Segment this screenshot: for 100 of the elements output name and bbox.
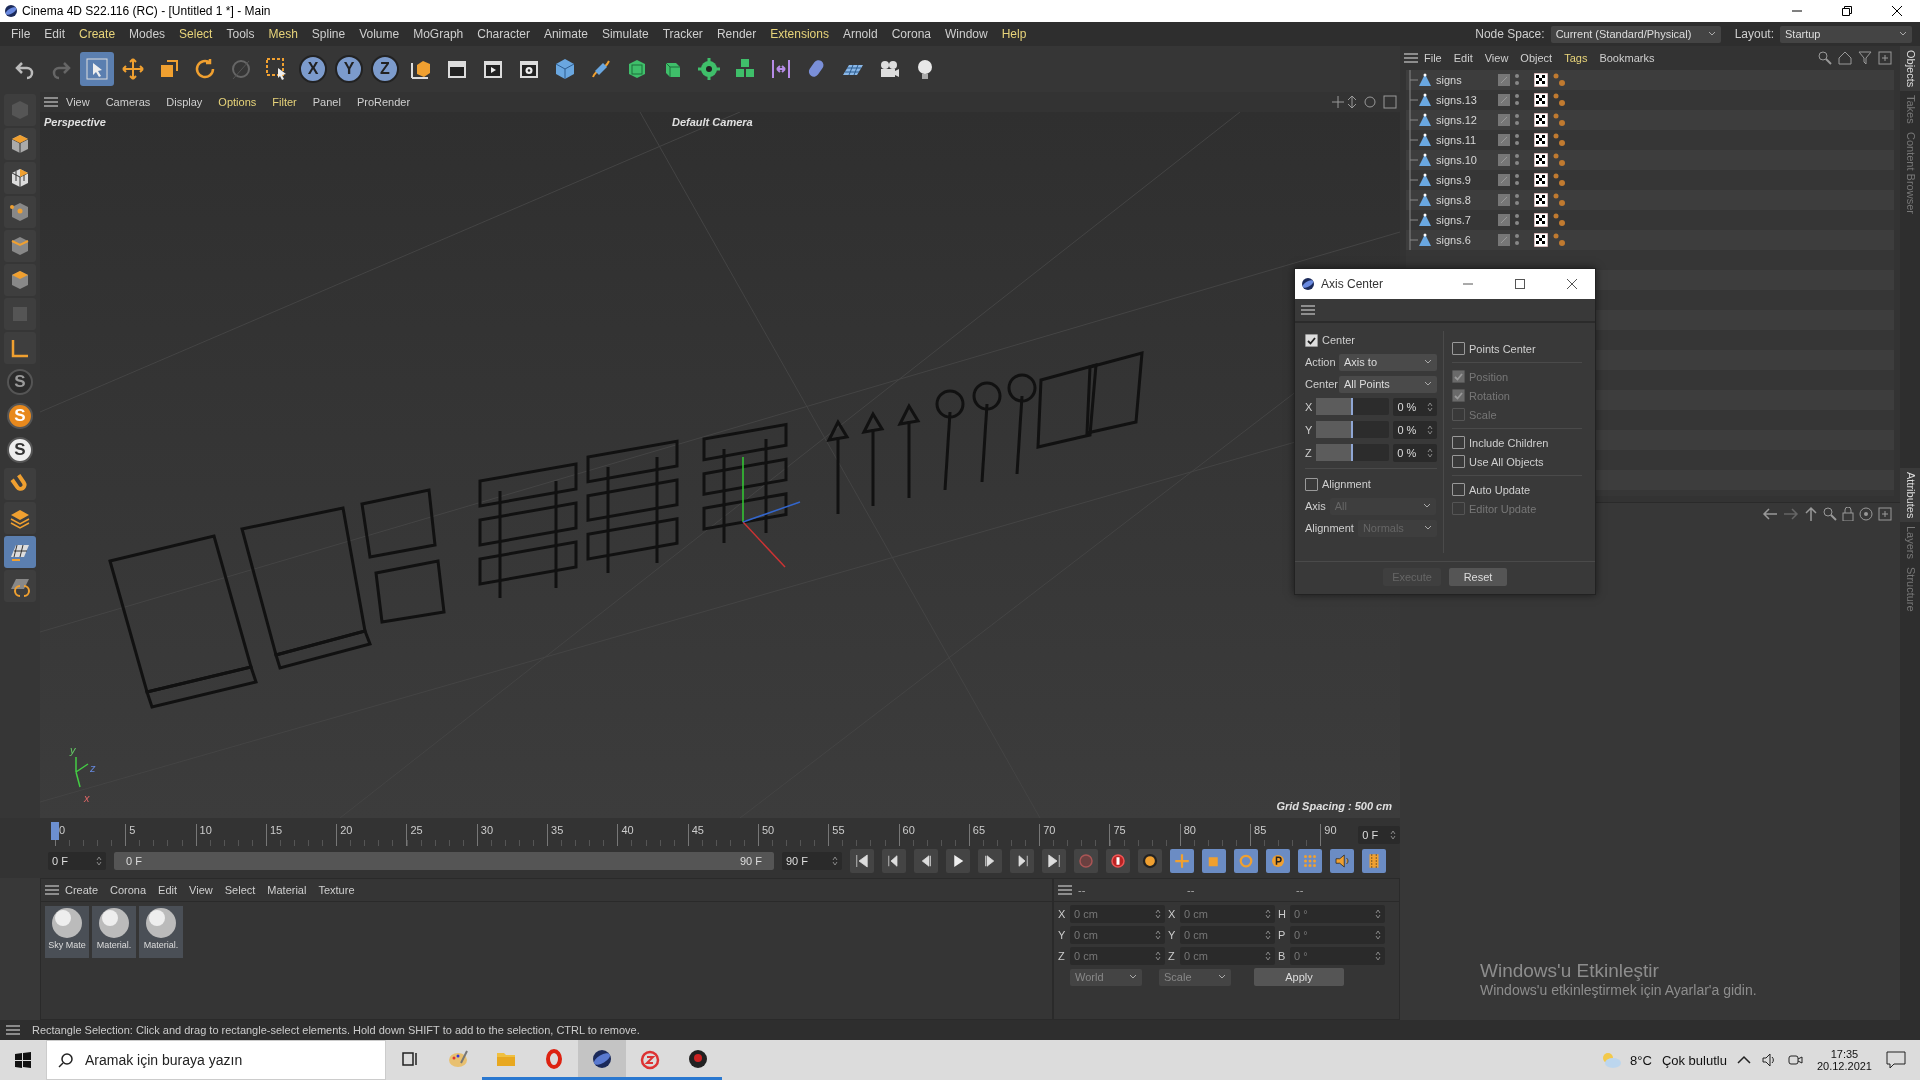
- viewport-menu-item[interactable]: View: [58, 96, 98, 108]
- start-frame-field[interactable]: 0 F: [48, 852, 106, 870]
- frame-tick: 5: [125, 824, 196, 846]
- apply-button[interactable]: Apply: [1254, 968, 1344, 986]
- percent-field[interactable]: 0 %: [1393, 443, 1437, 462]
- frame-tick: 65: [968, 824, 1040, 846]
- frame-tick: 85: [1250, 824, 1321, 846]
- dropdown[interactable]: Axis to: [1339, 353, 1437, 371]
- axis-lock-button[interactable]: X: [299, 55, 327, 83]
- object-row[interactable]: signs: [1406, 70, 1894, 90]
- grid-spacing: Grid Spacing : 500 cm: [1276, 800, 1392, 812]
- object-name: signs.7: [1436, 214, 1472, 226]
- menu-item[interactable]: File: [4, 27, 38, 41]
- frame-tick: 10: [195, 824, 266, 846]
- object-menu-item[interactable]: Object: [1514, 52, 1559, 64]
- material-swatch[interactable]: Material.: [92, 906, 136, 958]
- object-row[interactable]: signs.11: [1406, 130, 1894, 150]
- menu-item[interactable]: Arnold: [835, 27, 885, 41]
- object-row[interactable]: signs.6: [1406, 230, 1894, 250]
- object-row[interactable]: signs.12: [1406, 110, 1894, 130]
- material-menu-item[interactable]: Material: [261, 884, 313, 896]
- menu-item[interactable]: Help: [994, 27, 1034, 41]
- axis-label: Y: [1168, 929, 1177, 941]
- menu-item[interactable]: Animate: [536, 27, 595, 41]
- solo-button[interactable]: S: [7, 369, 33, 395]
- material-menu-item[interactable]: Texture: [312, 884, 361, 896]
- column-header: --: [1295, 884, 1305, 896]
- node-space-dropdown[interactable]: Current (Standard/Physical): [1550, 25, 1721, 43]
- side-tab[interactable]: Attributes: [1900, 468, 1920, 523]
- search-field[interactable]: Aramak için buraya yazın: [46, 1040, 386, 1080]
- axis-label: z: [90, 762, 96, 774]
- clock-date: 20.12.2021: [1816, 1060, 1872, 1072]
- object-menu-item[interactable]: View: [1478, 52, 1515, 64]
- menu-item[interactable]: Tools: [219, 27, 262, 41]
- viewport-menu-item[interactable]: Panel: [304, 96, 349, 108]
- object-menu-item[interactable]: File: [1418, 52, 1448, 64]
- object-menu-item[interactable]: Bookmarks: [1593, 52, 1661, 64]
- frame-tick: 70: [1039, 824, 1110, 846]
- material-swatch[interactable]: Material.: [139, 906, 183, 958]
- checkbox-label: Auto Update: [1469, 483, 1531, 496]
- menu-item[interactable]: Tracker: [655, 27, 710, 41]
- material-swatch[interactable]: Sky Mate: [45, 906, 89, 958]
- object-row[interactable]: signs.7: [1406, 210, 1894, 230]
- material-menu-item[interactable]: Corona: [104, 884, 153, 896]
- menu-item[interactable]: Mesh: [261, 27, 305, 41]
- menu-item[interactable]: Render: [709, 27, 764, 41]
- menu-item[interactable]: Simulate: [594, 27, 656, 41]
- material-menu-item[interactable]: Create: [59, 884, 105, 896]
- dropdown[interactable]: All Points: [1339, 375, 1437, 393]
- percent-field[interactable]: 0 %: [1393, 420, 1437, 439]
- object-name: signs: [1436, 74, 1463, 86]
- menu-item[interactable]: Volume: [352, 27, 407, 41]
- material-menu-item[interactable]: Edit: [152, 884, 184, 896]
- object-row[interactable]: signs.10: [1406, 150, 1894, 170]
- menu-item[interactable]: Select: [172, 27, 220, 41]
- axis-label: X: [1058, 908, 1067, 920]
- frame-range-slider[interactable]: 0 F 90 F: [114, 852, 774, 870]
- menu-item[interactable]: Corona: [884, 27, 938, 41]
- menu-item[interactable]: Create: [72, 27, 123, 41]
- object-row[interactable]: signs.8: [1406, 190, 1894, 210]
- end-frame-field[interactable]: 90 F: [782, 852, 842, 870]
- axis-lock-button[interactable]: Y: [335, 55, 363, 83]
- axis-label: Z: [1305, 446, 1313, 459]
- viewport-menu-item[interactable]: Cameras: [97, 96, 159, 108]
- layout-dropdown[interactable]: Startup: [1780, 25, 1912, 43]
- object-row[interactable]: signs.9: [1406, 170, 1894, 190]
- percent-field[interactable]: 0 %: [1393, 397, 1437, 416]
- viewport-menu-item[interactable]: Options: [210, 96, 265, 108]
- menu-item[interactable]: Window: [938, 27, 995, 41]
- viewport-menu-item[interactable]: Filter: [264, 96, 305, 108]
- viewport-menu-item[interactable]: Display: [158, 96, 211, 108]
- frame-tick: 25: [406, 824, 477, 846]
- frame-tick: 55: [828, 824, 899, 846]
- frame-tick: 90: [1320, 824, 1351, 846]
- menu-item[interactable]: Modes: [122, 27, 173, 41]
- solo-button[interactable]: S: [7, 437, 33, 463]
- menu-item[interactable]: Spline: [304, 27, 353, 41]
- menu-item[interactable]: Character: [470, 27, 537, 41]
- axis-label: Y: [1305, 423, 1313, 436]
- object-row[interactable]: signs.13: [1406, 90, 1894, 110]
- current-frame-field[interactable]: 0 F: [1358, 826, 1400, 844]
- axis-label: H: [1278, 908, 1287, 920]
- material-menu-item[interactable]: View: [183, 884, 219, 896]
- axis-label: P: [1278, 929, 1287, 941]
- dialog-title: Axis Center: [1321, 277, 1385, 291]
- menu-item[interactable]: Edit: [37, 27, 73, 41]
- material-menu-item[interactable]: Select: [218, 884, 262, 896]
- menu-item[interactable]: Extensions: [763, 27, 836, 41]
- viewport-menu-item[interactable]: ProRender: [348, 96, 419, 108]
- axis-label: Y: [1058, 929, 1067, 941]
- field-label: Alignment: [1305, 522, 1354, 534]
- field-label: Action: [1305, 356, 1335, 368]
- object-menu-item[interactable]: Tags: [1558, 52, 1594, 64]
- range-end: 90 F: [740, 855, 762, 867]
- object-menu-item[interactable]: Edit: [1447, 52, 1479, 64]
- checkbox-label: Use All Objects: [1469, 455, 1544, 468]
- dialog-button[interactable]: Reset: [1449, 568, 1507, 586]
- axis-lock-button[interactable]: Z: [371, 55, 399, 83]
- menu-item[interactable]: MoGraph: [406, 27, 471, 41]
- side-tab[interactable]: Objects: [1900, 46, 1920, 92]
